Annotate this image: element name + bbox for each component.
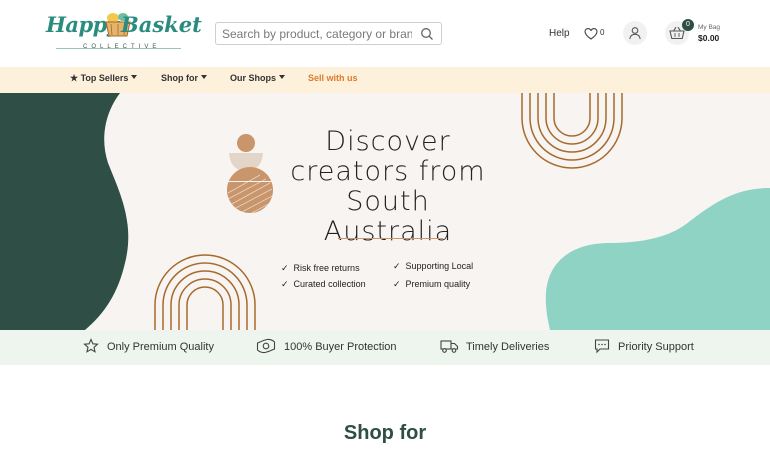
star-icon	[83, 338, 99, 353]
benefit-label: 100% Buyer Protection	[284, 341, 397, 353]
hero-title: Discover creators from South Australia	[288, 127, 488, 247]
feature-label: Curated collection	[293, 279, 366, 289]
feature-label: Premium quality	[405, 279, 471, 289]
star-icon: ★	[70, 73, 79, 83]
nav-label-top-sellers: Top Sellers	[80, 73, 129, 83]
wishlist-count: 0	[600, 28, 605, 37]
chat-icon	[594, 339, 610, 354]
bag-count-badge: 0	[682, 19, 694, 31]
check-icon: ✓	[393, 279, 401, 289]
feature-item: ✓ Risk free returns	[281, 263, 360, 274]
nav-sell-with-us[interactable]: Sell with us	[308, 73, 358, 83]
stacked-stones-shape	[226, 134, 274, 213]
account-button[interactable]	[623, 21, 647, 45]
truck-icon	[440, 340, 459, 353]
search-box	[215, 22, 442, 45]
logo-text-basket: Basket	[121, 12, 202, 37]
check-icon: ✓	[281, 263, 289, 273]
bag-total: $0.00	[698, 33, 720, 43]
hero-divider	[338, 238, 443, 239]
bag-title: My Bag	[698, 24, 721, 31]
nav-label-shop-for: Shop for	[161, 73, 198, 83]
benefit-label: Timely Deliveries	[466, 341, 550, 353]
hero-title-line1: Discover	[325, 126, 451, 157]
user-icon	[629, 27, 641, 40]
main-nav: ★ Top Sellers Shop for Our Shops Sell wi…	[0, 67, 770, 93]
search-icon[interactable]	[420, 27, 434, 41]
nav-top-sellers[interactable]: ★ Top Sellers	[70, 73, 138, 84]
nav-shop-for[interactable]: Shop for	[161, 73, 207, 83]
nav-label-our-shops: Our Shops	[230, 73, 277, 83]
benefit-label: Only Premium Quality	[107, 341, 214, 353]
nav-our-shops[interactable]: Our Shops	[230, 73, 286, 83]
site-header: Happy Basket COLLECTIVE Help 0	[0, 0, 770, 67]
help-link[interactable]: Help	[549, 28, 570, 39]
benefits-bar: Only Premium Quality 100% Buyer Protecti…	[0, 330, 770, 365]
caret-down-icon	[201, 75, 207, 79]
dark-green-wave-shape	[0, 93, 129, 330]
wishlist-button[interactable]: 0	[584, 26, 608, 42]
top-arch-shape	[521, 93, 623, 169]
feature-item: ✓ Curated collection	[281, 279, 366, 290]
mint-wave-shape	[545, 188, 770, 330]
caret-down-icon	[131, 75, 138, 79]
logo[interactable]: Happy Basket COLLECTIVE	[46, 8, 202, 56]
money-icon	[256, 338, 276, 354]
feature-label: Supporting Local	[405, 261, 474, 271]
section-title-shop-for: Shop for	[343, 422, 427, 444]
benefit-label: Priority Support	[618, 341, 694, 353]
feature-item: ✓ Supporting Local	[393, 261, 473, 272]
caret-down-icon	[279, 75, 286, 79]
feature-label: Risk free returns	[293, 263, 360, 273]
hero-title-line2: creators from	[290, 156, 486, 187]
bottom-arch-shape	[154, 254, 256, 330]
logo-subtitle: COLLECTIVE	[83, 44, 161, 50]
feature-item: ✓ Premium quality	[393, 279, 470, 290]
heart-icon	[584, 28, 598, 40]
hero-banner: Discover creators from South Australia ✓…	[0, 93, 770, 330]
search-input[interactable]	[222, 26, 412, 42]
check-icon: ✓	[393, 261, 401, 271]
check-icon: ✓	[281, 279, 289, 289]
